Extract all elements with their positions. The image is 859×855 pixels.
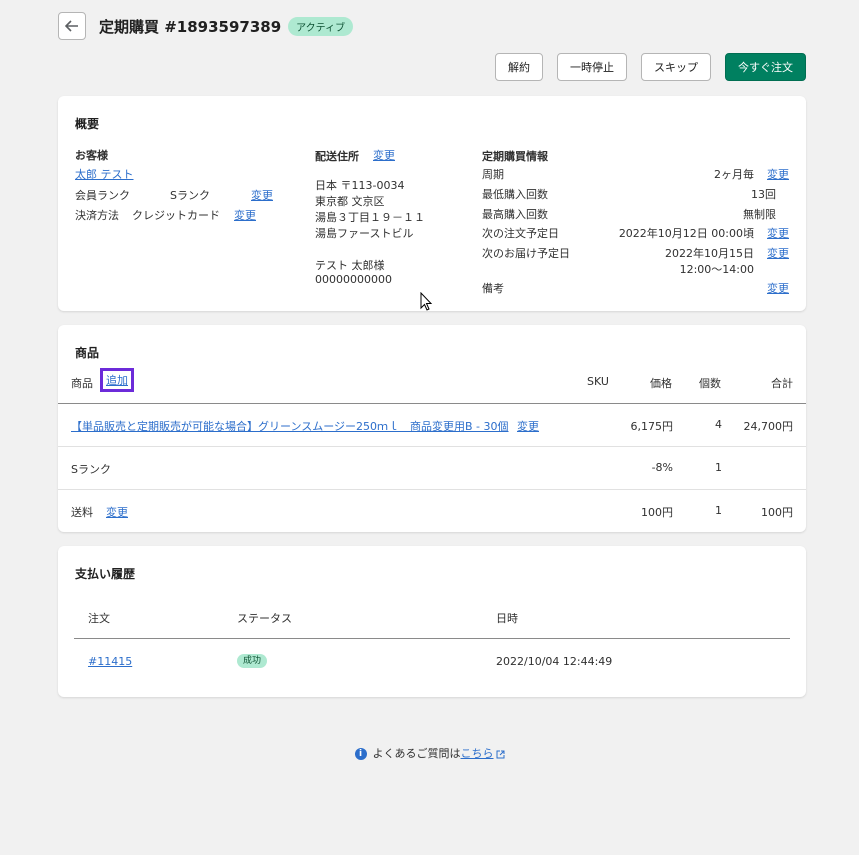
min-purchase-value: 13回 (751, 188, 776, 201)
shipping-fee-change-link[interactable]: 変更 (106, 504, 128, 520)
add-product-link[interactable]: 追加 (106, 374, 128, 387)
header-divider (58, 403, 806, 404)
shipping-fee-price: 100円 (641, 506, 673, 519)
max-purchase-label: 最高購入回数 (482, 208, 548, 221)
order-now-button[interactable]: 今すぐ注文 (725, 53, 806, 81)
address-line: 日本 〒113-0034 (315, 179, 405, 192)
back-button[interactable] (58, 12, 86, 40)
next-delivery-time: 12:00～14:00 (679, 263, 754, 276)
product-name-link[interactable]: 【単品販売と定期販売が可能な場合】グリーンスムージー250ｍｌ 商品変更用B -… (71, 418, 509, 434)
note-label: 備考 (482, 282, 504, 295)
col-order: 注文 (88, 612, 110, 625)
col-datetime: 日時 (496, 612, 518, 625)
col-status: ステータス (237, 612, 292, 625)
min-purchase-label: 最低購入回数 (482, 188, 548, 201)
page-header: 定期購買 #1893597389 アクティブ (58, 12, 354, 40)
address-line: 東京都 文京区 (315, 195, 385, 208)
add-product-highlight: 追加 (100, 368, 134, 392)
next-delivery-label: 次のお届け予定日 (482, 247, 570, 260)
next-order-label: 次の注文予定日 (482, 227, 559, 240)
row-divider (58, 446, 806, 447)
next-delivery-change-link[interactable]: 変更 (767, 245, 789, 261)
external-link-icon (496, 750, 504, 758)
summary-title: 概要 (75, 117, 100, 131)
status-success-badge: 成功 (237, 654, 268, 668)
address-line: 湯島ファーストビル (315, 227, 414, 240)
row-divider (58, 489, 806, 490)
cycle-change-link[interactable]: 変更 (767, 166, 789, 182)
customer-heading: お客様 (75, 149, 108, 162)
help-link[interactable]: こちら (461, 747, 494, 760)
col-qty: 個数 (699, 377, 721, 390)
product-price: 6,175円 (630, 420, 674, 433)
payment-history-title: 支払い履歴 (75, 567, 136, 581)
rank-discount-name: Sランク (71, 463, 111, 476)
customer-name-link[interactable]: 太郎 テスト (75, 166, 134, 182)
shipping-fee-name: 送料 (71, 506, 93, 519)
rank-label: 会員ランク (75, 189, 130, 202)
recipient-name: テスト 太郎様 (315, 259, 385, 272)
info-icon: i (354, 748, 367, 760)
note-change-link[interactable]: 変更 (767, 280, 789, 296)
help-text: よくあるご質問は (372, 747, 461, 760)
shipping-fee-qty: 1 (715, 504, 722, 517)
cycle-label: 周期 (482, 168, 504, 181)
col-total: 合計 (771, 377, 793, 390)
rank-discount-value: -8% (651, 461, 673, 474)
shipping-change-link[interactable]: 変更 (373, 147, 395, 163)
shipping-heading: 配送住所 (315, 150, 359, 163)
action-bar: 解約 一時停止 スキップ 今すぐ注文 (495, 53, 806, 81)
cancel-button[interactable]: 解約 (495, 53, 543, 81)
max-purchase-value: 無制限 (743, 208, 776, 221)
col-price: 価格 (650, 377, 672, 390)
col-product: 商品 (71, 377, 93, 390)
products-card: 商品 商品 追加 SKU 価格 個数 合計 【単品販売と定期販売が可能な場合】グ… (58, 325, 806, 532)
rank-value: Sランク (170, 189, 210, 202)
product-qty: 4 (715, 418, 722, 431)
payment-label: 決済方法 (75, 209, 119, 222)
col-sku: SKU (587, 375, 609, 388)
pause-button[interactable]: 一時停止 (557, 53, 627, 81)
arrow-left-icon (65, 20, 78, 32)
address-line: 湯島３丁目１９－１１ (315, 211, 425, 224)
payment-change-link[interactable]: 変更 (234, 207, 256, 223)
page-title: 定期購買 #1893597389 (99, 17, 282, 36)
cycle-value: 2ヶ月毎 (714, 168, 754, 181)
product-total: 24,700円 (743, 420, 794, 433)
next-order-change-link[interactable]: 変更 (767, 225, 789, 241)
order-link[interactable]: #11415 (88, 655, 132, 668)
payment-value: クレジットカード (132, 209, 220, 222)
payment-history-card: 支払い履歴 注文 ステータス 日時 #11415 成功 2022/10/04 1… (58, 546, 806, 697)
summary-card: 概要 お客様 太郎 テスト 会員ランク Sランク 変更 決済方法 クレジットカー… (58, 96, 806, 311)
mouse-cursor-icon (420, 292, 433, 311)
next-delivery-date: 2022年10月15日 (665, 247, 754, 260)
skip-button[interactable]: スキップ (641, 53, 711, 81)
shipping-fee-total: 100円 (761, 506, 793, 519)
subscription-heading: 定期購買情報 (482, 150, 548, 163)
products-title: 商品 (75, 346, 100, 360)
help-footer: i よくあるご質問はこちら (0, 745, 859, 761)
rank-change-link[interactable]: 変更 (251, 187, 273, 203)
payment-status: 成功 (237, 653, 268, 668)
recipient-phone: 00000000000 (315, 273, 392, 286)
rank-discount-qty: 1 (715, 461, 722, 474)
payment-datetime: 2022/10/04 12:44:49 (496, 655, 613, 668)
next-order-value: 2022年10月12日 00:00頃 (618, 227, 754, 240)
product-change-link[interactable]: 変更 (517, 418, 539, 434)
payment-header-divider (74, 638, 790, 639)
status-badge: アクティブ (288, 16, 354, 36)
